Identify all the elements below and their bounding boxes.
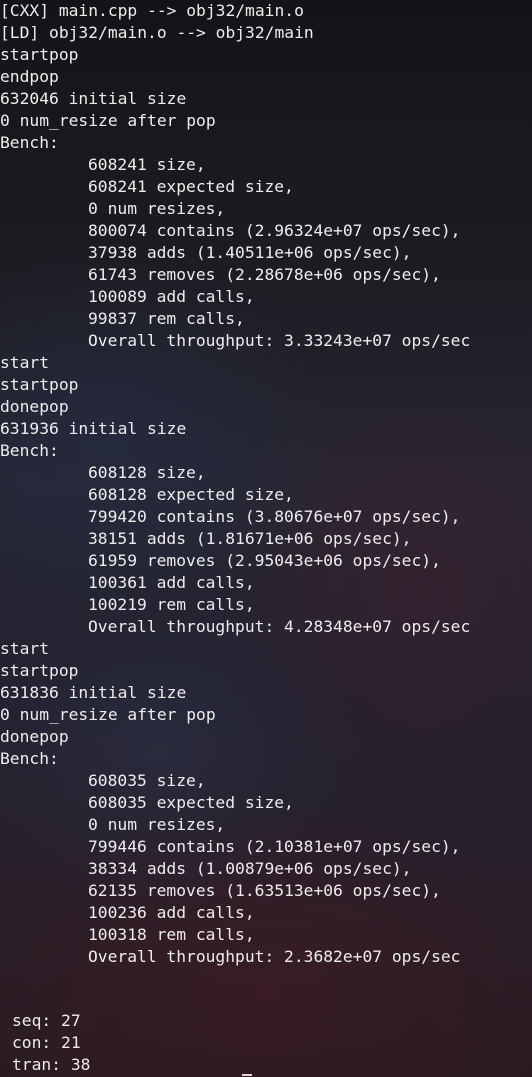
- stat-tran: tran: 38: [12, 1055, 91, 1074]
- output-line: 608035 expected size,: [88, 793, 294, 812]
- output-line: 61959 removes (2.95043e+06 ops/sec),: [88, 551, 441, 570]
- output-line: 61743 removes (2.28678e+06 ops/sec),: [88, 265, 441, 284]
- output-line: donepop: [0, 397, 69, 416]
- output-line: 631836 initial size: [0, 683, 187, 702]
- output-line: 37938 adds (1.40511e+06 ops/sec),: [88, 243, 412, 262]
- output-line: 100219 rem calls,: [88, 595, 255, 614]
- output-line: Bench:: [0, 133, 59, 152]
- output-line: 608241 size,: [88, 155, 206, 174]
- output-line: 0 num_resize after pop: [0, 111, 216, 130]
- output-line: 0 num resizes,: [88, 199, 226, 218]
- output-line: 608241 expected size,: [88, 177, 294, 196]
- output-line: 632046 initial size: [0, 89, 187, 108]
- output-line: 631936 initial size: [0, 419, 187, 438]
- output-line: 608128 size,: [88, 463, 206, 482]
- output-line: 100089 add calls,: [88, 287, 255, 306]
- output-line: start: [0, 353, 50, 372]
- output-line: [CXX] main.cpp --> obj32/main.o: [0, 1, 304, 20]
- output-line: 99837 rem calls,: [88, 309, 245, 328]
- output-line: start: [0, 639, 50, 658]
- output-line: 38334 adds (1.00879e+06 ops/sec),: [88, 859, 412, 878]
- text-cursor: [242, 1074, 252, 1076]
- output-line: Overall throughput: 2.3682e+07 ops/sec: [88, 947, 461, 966]
- output-line: 0 num resizes,: [88, 815, 226, 834]
- output-line: Bench:: [0, 749, 59, 768]
- output-line: endpop: [0, 67, 59, 86]
- output-line: startpop: [0, 45, 79, 64]
- output-line: 608035 size,: [88, 771, 206, 790]
- output-line: startpop: [0, 375, 79, 394]
- output-line: 799420 contains (3.80676e+07 ops/sec),: [88, 507, 461, 526]
- output-line: Bench:: [0, 441, 59, 460]
- stat-seq: seq: 27: [12, 1011, 81, 1030]
- output-line: 608128 expected size,: [88, 485, 294, 504]
- output-line: 38151 adds (1.81671e+06 ops/sec),: [88, 529, 412, 548]
- stat-con: con: 21: [12, 1033, 81, 1052]
- output-line: 100236 add calls,: [88, 903, 255, 922]
- output-line: 799446 contains (2.10381e+07 ops/sec),: [88, 837, 461, 856]
- output-line: 100361 add calls,: [88, 573, 255, 592]
- output-line: Overall throughput: 3.33243e+07 ops/sec: [88, 331, 471, 350]
- output-line: donepop: [0, 727, 69, 746]
- output-line: startpop: [0, 661, 79, 680]
- output-line: 62135 removes (1.63513e+06 ops/sec),: [88, 881, 441, 900]
- terminal-window[interactable]: [CXX] main.cpp --> obj32/main.o [LD] obj3…: [0, 0, 532, 1077]
- output-line: 100318 rem calls,: [88, 925, 255, 944]
- output-line: [LD] obj32/main.o --> obj32/main: [0, 23, 314, 42]
- output-line: 800074 contains (2.96324e+07 ops/sec),: [88, 221, 461, 240]
- output-line: Overall throughput: 4.28348e+07 ops/sec: [88, 617, 471, 636]
- output-line: 0 num_resize after pop: [0, 705, 216, 724]
